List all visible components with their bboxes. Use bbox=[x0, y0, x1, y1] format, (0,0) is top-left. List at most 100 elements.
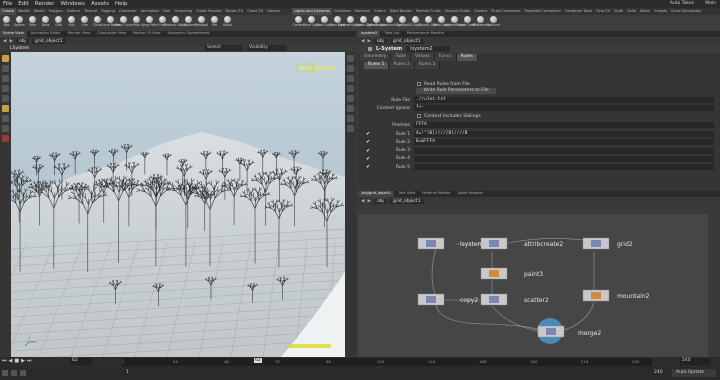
shelf-right-tab-2[interactable]: Particles bbox=[353, 8, 372, 15]
scene-view-tab-1[interactable]: Animation Editor bbox=[28, 31, 65, 37]
menu-windows[interactable]: Windows bbox=[57, 1, 88, 7]
rule-enabled-checkbox[interactable]: ✔ bbox=[366, 164, 370, 170]
node-paint3[interactable]: paint3 bbox=[480, 267, 543, 280]
handle-tool-icon[interactable] bbox=[2, 95, 9, 102]
param-tab-funcs[interactable]: Funcs bbox=[434, 54, 457, 61]
scale-tool-icon[interactable] bbox=[2, 85, 9, 92]
net-path-object[interactable]: grid_object1 bbox=[389, 198, 424, 204]
point-display-icon[interactable] bbox=[347, 95, 354, 102]
auto-update-dropdown[interactable]: Auto Update bbox=[672, 369, 716, 377]
shelf-left-tab-10[interactable]: Grooming bbox=[172, 8, 194, 15]
shelf-left-tool-1[interactable]: Sphere bbox=[13, 15, 26, 31]
channels-icon[interactable] bbox=[11, 370, 17, 376]
node-attribcreate2[interactable]: attribcreate2 bbox=[480, 237, 563, 250]
param-pane-tab-2[interactable]: Performance Monitor bbox=[404, 31, 449, 37]
jump-end-icon[interactable]: ⏭ bbox=[27, 358, 32, 364]
shelf-left-tool-5[interactable]: Null bbox=[65, 15, 78, 31]
shelf-left-tab-9[interactable]: Hair bbox=[161, 8, 172, 15]
shelf-right-tool-15[interactable]: Switcher bbox=[487, 15, 500, 31]
range-end[interactable]: 240 bbox=[654, 370, 663, 375]
shelf-right-tab-12[interactable]: Cloth bbox=[612, 8, 625, 15]
read-rules-checkbox[interactable] bbox=[417, 82, 421, 86]
shelf-left-tab-14[interactable]: Volume bbox=[265, 8, 282, 15]
play-icon[interactable]: ▶ bbox=[21, 358, 25, 364]
shelf-left-tool-16[interactable]: File bbox=[208, 15, 221, 31]
network-pane-tab-1[interactable]: Tree View bbox=[395, 191, 420, 197]
view-tool-icon[interactable] bbox=[2, 115, 9, 122]
wireframe-icon[interactable] bbox=[347, 75, 354, 82]
rule-field[interactable]: A=!"[B]////[B]////B bbox=[414, 131, 714, 137]
move-tool-icon[interactable] bbox=[2, 65, 9, 72]
shelf-left-tab-11[interactable]: Guide Process bbox=[194, 8, 223, 15]
shelf-right-tab-3[interactable]: Grains bbox=[372, 8, 388, 15]
range-icon[interactable] bbox=[20, 370, 26, 376]
node-name-field[interactable]: lsystem2 bbox=[406, 46, 451, 52]
shelf-right-tab-5[interactable]: Particle Fluids bbox=[414, 8, 443, 15]
shelf-right-tab-7[interactable]: Oceans bbox=[472, 8, 489, 15]
rule-field[interactable] bbox=[414, 147, 714, 154]
rule-field[interactable] bbox=[414, 155, 714, 162]
3d-viewport[interactable]: Persp No cam bbox=[11, 52, 345, 357]
shelf-right-tab-11[interactable]: Pyro FX bbox=[594, 8, 612, 15]
shelf-left-tool-17[interactable]: Spiral bbox=[221, 15, 234, 31]
stop-icon[interactable]: ■ bbox=[14, 358, 19, 364]
rule-enabled-checkbox[interactable]: ✔ bbox=[366, 131, 370, 137]
context-ignore-field[interactable]: f+- bbox=[414, 105, 714, 111]
rules-subtab-1[interactable]: Rules 1 bbox=[364, 62, 390, 69]
node-copy2[interactable]: copy2 bbox=[417, 293, 478, 306]
node-scatter2[interactable]: scatter2 bbox=[480, 293, 549, 306]
rule-enabled-checkbox[interactable]: ✔ bbox=[366, 139, 370, 145]
pose-tool-icon[interactable] bbox=[2, 105, 9, 112]
end-frame-field[interactable]: 240 bbox=[680, 358, 710, 365]
camera-label[interactable]: No cam bbox=[316, 66, 335, 72]
node-lsystem2[interactable]: lsystem2 bbox=[417, 237, 487, 250]
shelf-left-tab-4[interactable]: Deform bbox=[65, 8, 82, 15]
playhead-marker[interactable]: 62 bbox=[254, 358, 262, 363]
timeline-track[interactable]: 1 24 48 72 96 120 144 168 192 216 240 62 bbox=[122, 358, 652, 366]
rotate-tool-icon[interactable] bbox=[2, 75, 9, 82]
premise-field[interactable]: FFFA bbox=[414, 122, 714, 128]
shelf-left-tab-2[interactable]: Model bbox=[32, 8, 47, 15]
shelf-left-tool-2[interactable]: Tube bbox=[26, 15, 39, 31]
node-mountain2[interactable]: mountain2 bbox=[582, 289, 650, 302]
param-path-object[interactable]: grid_object1 bbox=[389, 38, 424, 44]
param-pane-tab-1[interactable]: Take List bbox=[381, 31, 404, 37]
shelf-right-tab-16[interactable]: Drive Simulation bbox=[669, 8, 703, 15]
shelf-left-tool-15[interactable]: Metaball bbox=[195, 15, 208, 31]
shelf-right-tab-13[interactable]: Solid bbox=[625, 8, 638, 15]
shelf-left-tab-0[interactable]: Create bbox=[0, 8, 16, 15]
ghost-icon[interactable] bbox=[347, 125, 354, 132]
shelf-right-tab-6[interactable]: Viscous Fluids bbox=[443, 8, 472, 15]
path-obj[interactable]: obj bbox=[15, 38, 29, 44]
write-rules-button[interactable]: Write Rule Parameters to File bbox=[416, 88, 496, 94]
shelf-left-tab-1[interactable]: Modify bbox=[16, 8, 32, 15]
shelf-right-tab-9[interactable]: Populate Containers bbox=[523, 8, 563, 15]
current-frame-field[interactable]: 62 bbox=[70, 358, 92, 365]
menu-assets[interactable]: Assets bbox=[88, 1, 112, 7]
rule-enabled-checkbox[interactable]: ✔ bbox=[366, 148, 370, 154]
snap-icon[interactable] bbox=[2, 125, 9, 132]
shelf-left-tool-0[interactable]: Box bbox=[0, 15, 13, 31]
rules-subtab-3[interactable]: Rules 3 bbox=[414, 62, 441, 69]
shelf-left-tool-9[interactable]: Draw Curve bbox=[114, 15, 133, 31]
shelf-left-tool-6[interactable]: Line bbox=[78, 15, 91, 31]
normals-icon[interactable] bbox=[347, 105, 354, 112]
network-pane-tab-0[interactable]: /obj/grid_object1 bbox=[358, 191, 396, 197]
shelf-left-tab-7[interactable]: Character bbox=[117, 8, 139, 15]
node-merge2[interactable]: merge2 bbox=[537, 318, 601, 344]
shading-icon[interactable] bbox=[347, 85, 354, 92]
scene-view-tab-4[interactable]: Motion FX View bbox=[130, 31, 165, 37]
param-tab-values[interactable]: Values bbox=[411, 54, 435, 61]
net-forward-icon[interactable]: ▶ bbox=[367, 199, 370, 204]
forward-arrow-icon[interactable]: ▶ bbox=[9, 39, 12, 44]
back-arrow-icon[interactable]: ◀ bbox=[3, 39, 6, 44]
scene-view-tab-2[interactable]: Render View bbox=[65, 31, 95, 37]
shelf-left-tab-8[interactable]: Animation bbox=[139, 8, 161, 15]
network-pane-tab-2[interactable]: Material Palette bbox=[419, 191, 455, 197]
shelf-right-tab-1[interactable]: Collisions bbox=[332, 8, 353, 15]
param-tab-geometry[interactable]: Geometry bbox=[360, 54, 392, 61]
grid-icon[interactable] bbox=[347, 115, 354, 122]
auto-takes-toggle[interactable]: Auto Takes bbox=[670, 1, 694, 6]
network-editor[interactable]: lsystem2 attribcreate2 grid2 paint3 copy2 sca… bbox=[358, 214, 708, 357]
rule-file-field[interactable]: ./rules.txt bbox=[414, 97, 714, 103]
